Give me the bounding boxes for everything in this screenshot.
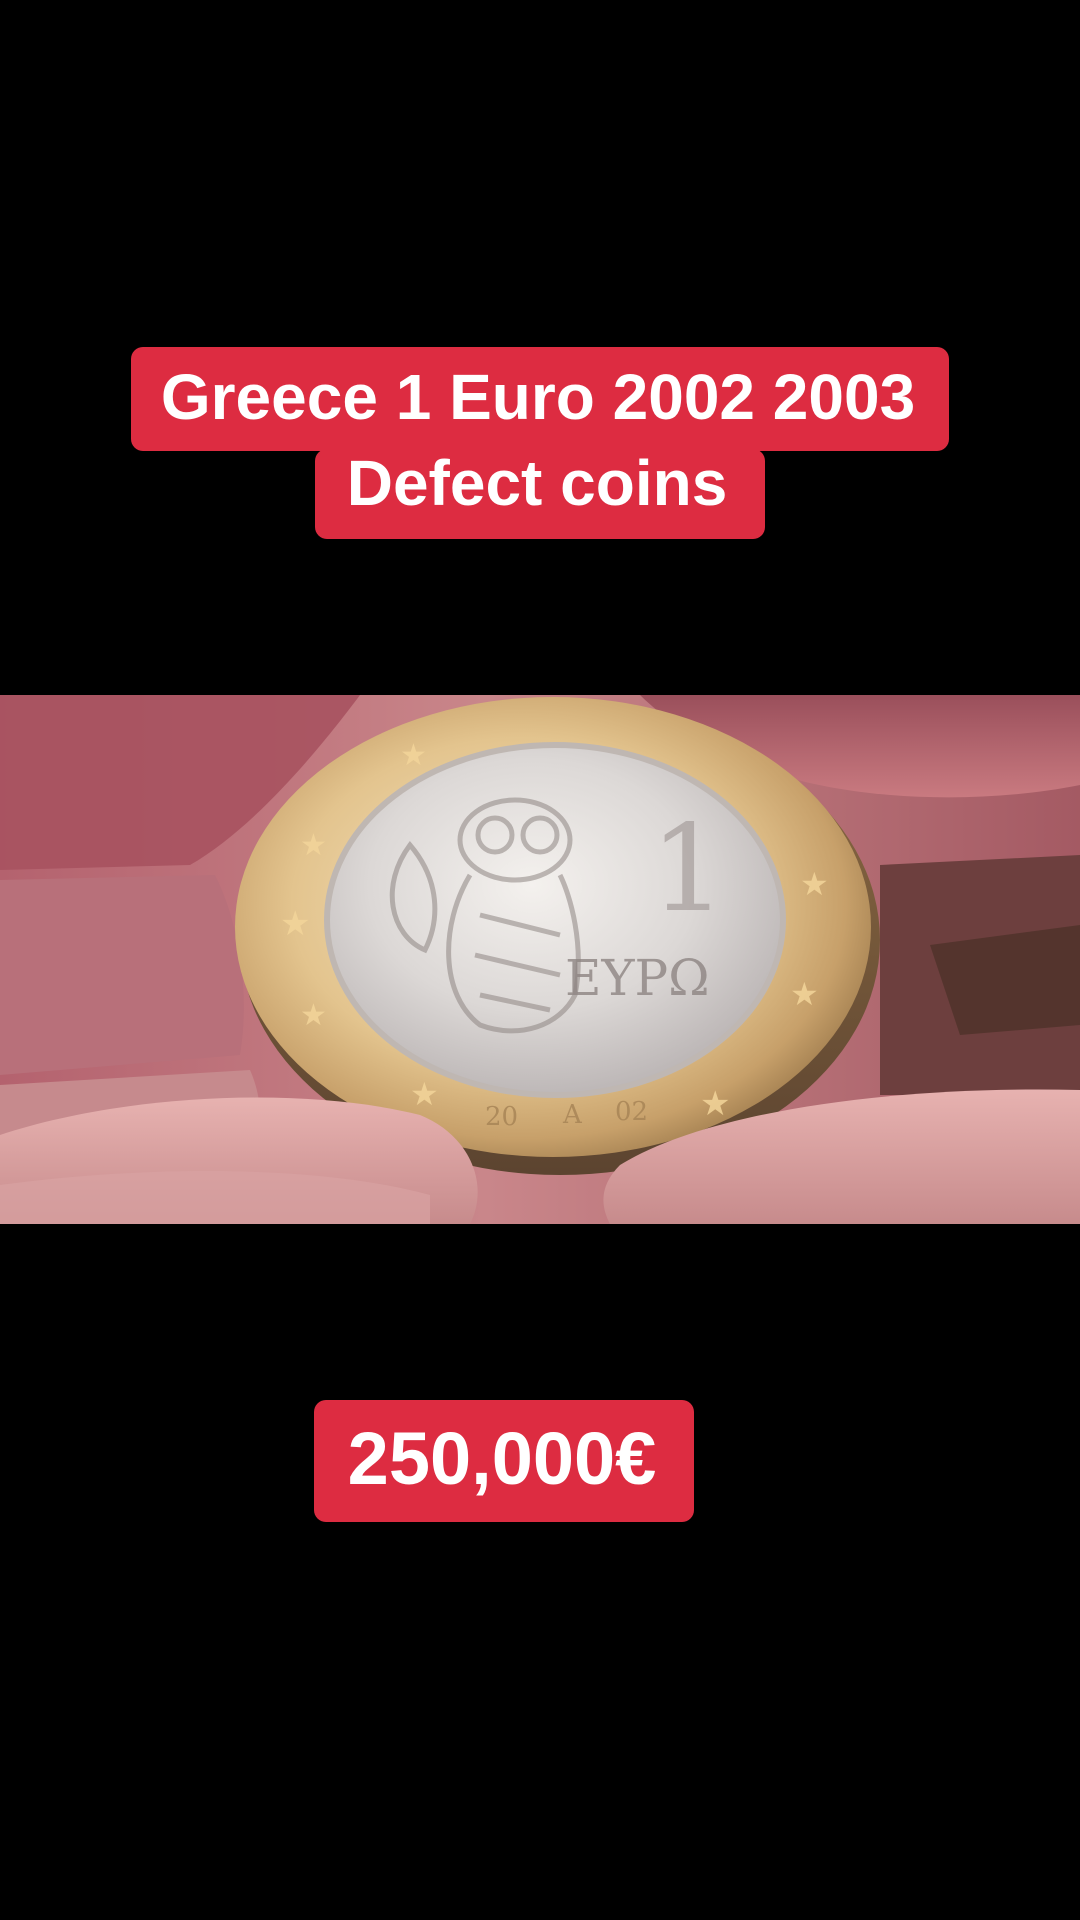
coin-mint-mark: A — [562, 1100, 583, 1130]
svg-text:★: ★ — [800, 865, 829, 903]
title-caption: Greece 1 Euro 2002 2003 Defect coins — [0, 347, 1080, 539]
title-line-1: Greece 1 Euro 2002 2003 — [130, 347, 950, 451]
title-line-2: Defect coins — [314, 449, 766, 539]
svg-text:★: ★ — [280, 904, 310, 944]
svg-text:★: ★ — [300, 828, 327, 863]
coin-denomination: 1 — [650, 800, 726, 939]
coin-year-right: 02 — [615, 1097, 648, 1127]
svg-text:★: ★ — [700, 1084, 730, 1124]
price-tag: 250,000€ — [313, 1400, 695, 1522]
svg-text:★: ★ — [410, 1075, 439, 1113]
coin-year-left: 20 — [485, 1102, 518, 1132]
price-caption: 250,000€ — [0, 1400, 1080, 1522]
svg-text:★: ★ — [790, 975, 819, 1013]
coin-euro-text: ΕΥΡΩ — [565, 949, 710, 1007]
svg-text:★: ★ — [300, 998, 327, 1033]
coin-photo: ★ ★ ★ ★ ★ ★ ★ ★ 1 ΕΥΡΩ 20 A 02 — [0, 695, 1080, 1224]
svg-text:★: ★ — [400, 738, 427, 773]
